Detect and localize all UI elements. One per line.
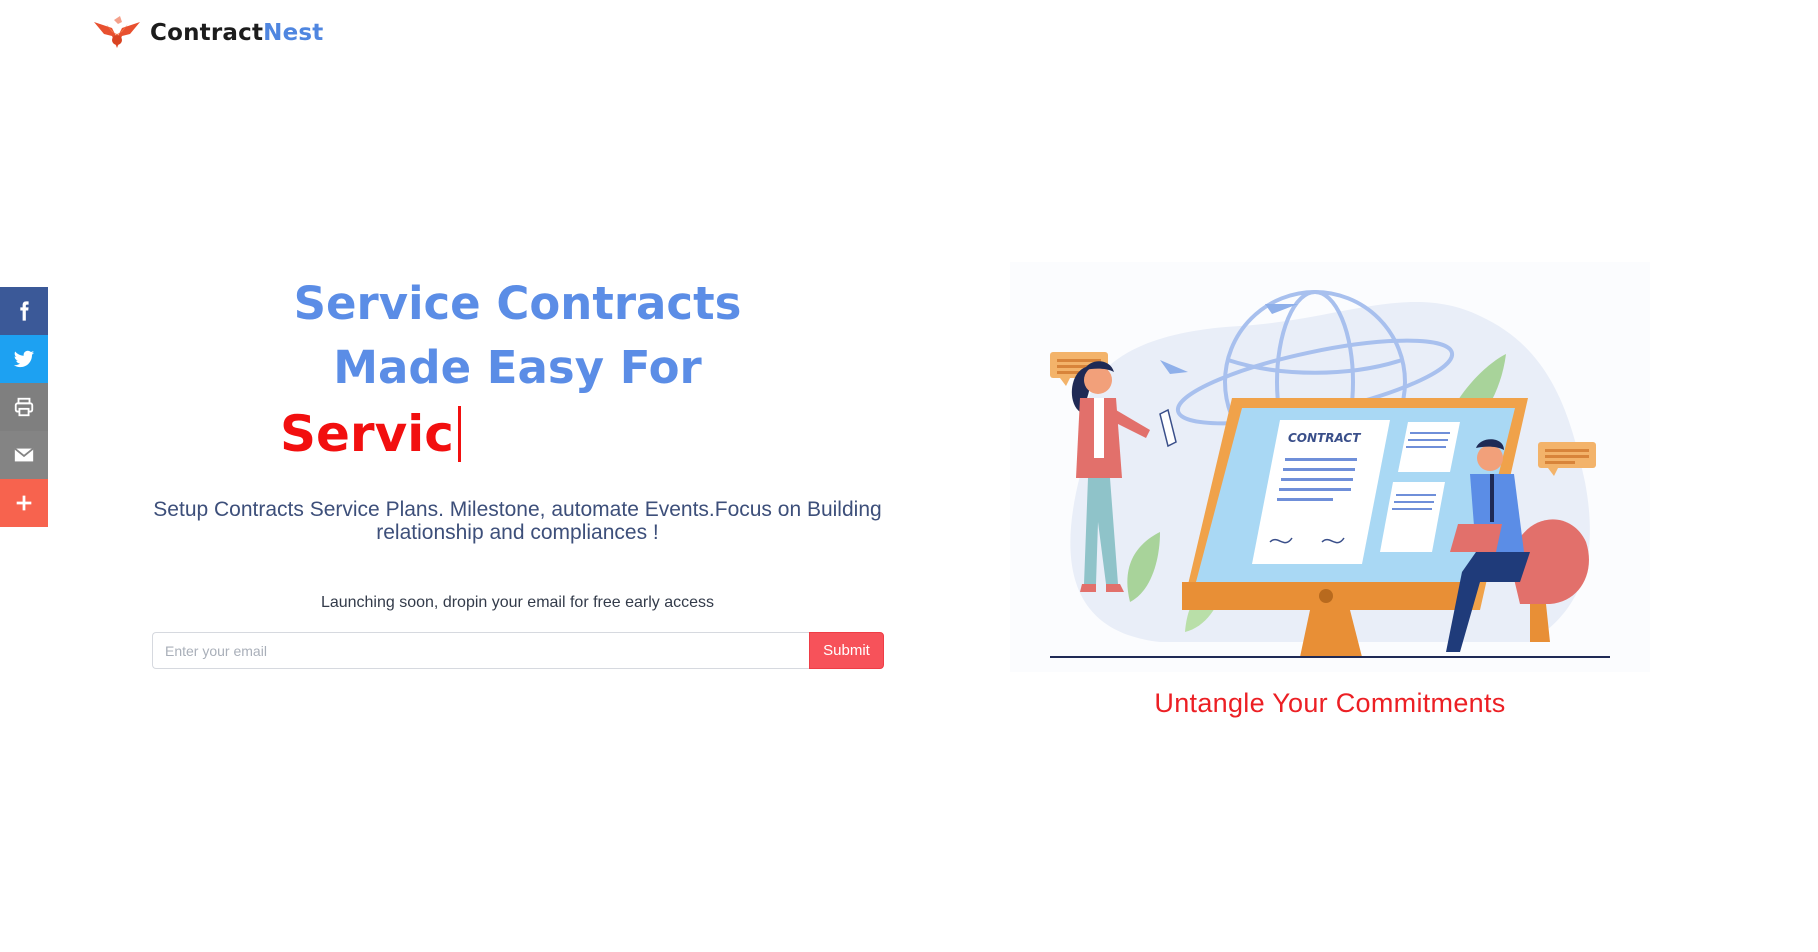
submit-button[interactable]: Submit bbox=[809, 632, 884, 669]
share-more-button[interactable] bbox=[0, 479, 48, 527]
brand-name: ContractNest bbox=[150, 20, 324, 46]
brand-name-part2: Nest bbox=[263, 20, 324, 46]
printer-icon bbox=[14, 397, 34, 417]
headline-line-2: Made Easy For bbox=[333, 341, 702, 394]
tagline: Untangle Your Commitments bbox=[1154, 688, 1506, 718]
laptop-icon bbox=[1450, 524, 1502, 552]
facebook-icon bbox=[20, 301, 29, 321]
typing-cursor bbox=[457, 406, 461, 462]
document-thumbnail-icon bbox=[1398, 422, 1460, 472]
contract-label: CONTRACT bbox=[1288, 431, 1361, 445]
twitter-icon bbox=[13, 350, 35, 368]
brand-name-part1: Contract bbox=[150, 20, 264, 46]
hero-section: Service Contracts Made Easy For Servic S… bbox=[150, 272, 885, 669]
share-twitter-button[interactable] bbox=[0, 335, 48, 383]
typed-headline: Servic bbox=[280, 402, 461, 466]
contract-illustration: CONTRACT bbox=[1010, 262, 1650, 672]
typed-text: Servic bbox=[280, 405, 454, 463]
email-signup-form: Submit bbox=[152, 632, 884, 669]
share-facebook-button[interactable] bbox=[0, 287, 48, 335]
share-print-button[interactable] bbox=[0, 383, 48, 431]
share-email-button[interactable] bbox=[0, 431, 48, 479]
floor-line bbox=[1050, 656, 1610, 658]
bird-logo-icon bbox=[94, 16, 140, 48]
hero-headline: Service Contracts Made Easy For bbox=[150, 272, 885, 400]
plus-icon bbox=[16, 495, 32, 511]
email-input[interactable] bbox=[152, 632, 809, 669]
launch-note: Launching soon, dropin your email for fr… bbox=[320, 594, 715, 611]
mail-icon bbox=[14, 447, 34, 462]
brand-logo-link[interactable]: ContractNest bbox=[92, 14, 324, 52]
social-share-bar bbox=[0, 287, 48, 527]
headline-line-1: Service Contracts bbox=[293, 277, 742, 330]
hero-description: Setup Contracts Service Plans. Milestone… bbox=[153, 498, 882, 544]
power-button bbox=[1319, 589, 1333, 603]
